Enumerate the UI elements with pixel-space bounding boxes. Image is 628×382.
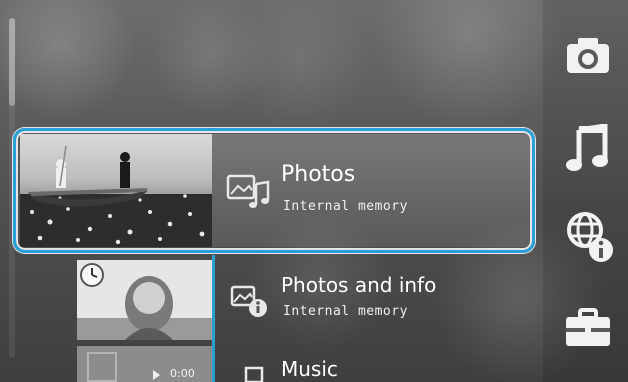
music-note-icon[interactable] xyxy=(565,123,611,171)
music-thumbnail: 0:00 xyxy=(77,346,212,382)
music-row-icon xyxy=(243,364,265,382)
scroll-thumb[interactable] xyxy=(9,18,15,106)
photos-info-icon xyxy=(230,284,270,318)
menu-item-photos[interactable] xyxy=(13,128,535,253)
photo-frame-screen: Photos Internal memory Photos and info I… xyxy=(0,0,628,382)
toolbox-icon[interactable] xyxy=(565,308,611,354)
photos-info-thumbnail xyxy=(77,260,212,340)
menu-item-label[interactable]: Music xyxy=(281,357,338,381)
list-divider xyxy=(212,255,215,382)
video-time: 0:00 xyxy=(170,367,195,380)
menu-item-label[interactable]: Photos and info xyxy=(281,273,436,297)
play-icon xyxy=(153,370,160,380)
camera-icon[interactable] xyxy=(565,35,611,81)
menu-item-sublabel: Internal memory xyxy=(283,304,408,319)
globe-info-icon[interactable] xyxy=(565,210,613,266)
